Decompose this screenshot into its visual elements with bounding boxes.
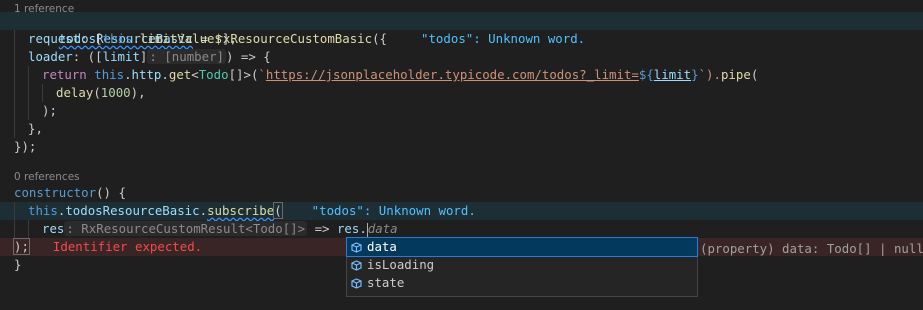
property-icon (351, 241, 362, 253)
code-line-2[interactable]: request: [this.limitValue$], (0, 30, 923, 48)
code-line-5[interactable]: delay(1000), (0, 84, 923, 102)
code-line-12[interactable]: res: RxResourceCustomResult<Todo[]> => r… (0, 220, 923, 238)
diagnostic-message: "todos": Unknown word. (311, 203, 476, 218)
inlay-hint: : RxResourceCustomResult<Todo[]> (64, 221, 308, 236)
suggestion-item-data[interactable]: data (346, 237, 698, 257)
code-line-3[interactable]: loader: ([limit]: [number]) => { (0, 48, 923, 66)
code-line-8[interactable]: }); (0, 138, 923, 156)
code-line-4[interactable]: return this.http.get<Todo[]>(`https://js… (0, 66, 923, 84)
suggestion-label: state (367, 275, 405, 290)
code-line-1[interactable]: todosResourceBasic = rxResourceCustomBas… (0, 12, 923, 46)
code-editor[interactable]: 1 reference todosResourceBasic = rxResou… (0, 0, 923, 308)
error-message: Identifier expected. (52, 239, 203, 254)
suggestion-detail: (property) data: Todo[] | null (700, 241, 923, 256)
suggestion-item-state[interactable]: state (347, 274, 697, 292)
code-line-10[interactable]: constructor() { (0, 184, 923, 202)
property-icon (351, 259, 362, 271)
ghost-text: data (367, 221, 398, 236)
inlay-hint: : [number] (147, 49, 226, 64)
code-line-6[interactable]: ); (0, 102, 923, 120)
url-link[interactable]: https://jsonplaceholder.typicode.com/tod… (266, 67, 639, 82)
code-line-7[interactable]: }, (0, 120, 923, 138)
code-line-11[interactable]: this.todosResourceBasic.subscribe("todos… (0, 202, 923, 220)
suggestion-item-isloading[interactable]: isLoading (347, 256, 697, 274)
suggestion-label: data (367, 239, 397, 254)
property-icon (351, 277, 362, 289)
suggestion-label: isLoading (367, 257, 435, 272)
suggestion-widget[interactable]: data isLoading state (346, 237, 698, 297)
